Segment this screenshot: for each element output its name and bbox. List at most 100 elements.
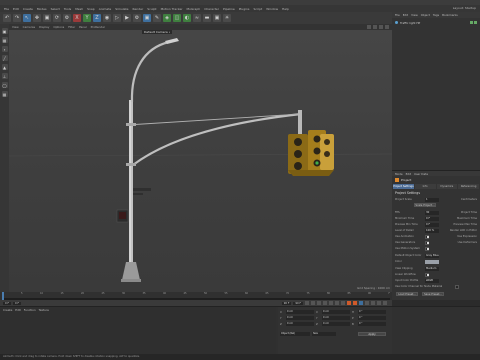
om-menu-view[interactable]: View bbox=[411, 13, 418, 17]
polygons-mode-icon[interactable]: ▲ bbox=[1, 64, 8, 70]
coord-position-field[interactable]: 0 cm bbox=[286, 310, 314, 314]
menu-help[interactable]: Help bbox=[282, 7, 289, 11]
vp-menu-view[interactable]: View bbox=[12, 25, 19, 29]
3d-viewport[interactable]: Default Camera • Grid Spacing : 1000 cm bbox=[9, 30, 392, 292]
use-motion-system-checkbox[interactable] bbox=[425, 246, 429, 251]
object-row[interactable]: Traffic light HP bbox=[392, 20, 480, 25]
load-preset-button[interactable]: Load Preset... bbox=[396, 292, 418, 296]
scale-project-button[interactable]: Scale Project... bbox=[414, 203, 436, 207]
attr-value[interactable]: 30 bbox=[425, 210, 439, 215]
attr-value[interactable]: 0 F bbox=[425, 216, 439, 221]
go-to-end-icon[interactable] bbox=[341, 301, 345, 305]
visibility-toggle-icon[interactable] bbox=[470, 21, 473, 24]
om-menu-tags[interactable]: Tags bbox=[433, 13, 439, 17]
max-frame-field[interactable]: 90 F bbox=[293, 301, 303, 305]
points-mode-icon[interactable]: ∙ bbox=[1, 46, 8, 52]
floor-icon[interactable]: ▬ bbox=[203, 14, 211, 22]
menu-select[interactable]: Select bbox=[51, 7, 60, 11]
om-menu-file[interactable]: File bbox=[395, 13, 400, 17]
vp-rotate-icon[interactable] bbox=[379, 25, 383, 29]
menu-edit[interactable]: Edit bbox=[13, 7, 19, 11]
om-menu-edit[interactable]: Edit bbox=[403, 13, 408, 17]
previous-frame-icon[interactable] bbox=[317, 301, 321, 305]
menu-mesh[interactable]: Mesh bbox=[75, 7, 83, 11]
menu-snap[interactable]: Snap bbox=[87, 7, 95, 11]
vp-move-icon[interactable] bbox=[367, 25, 371, 29]
mat-menu-function[interactable]: Function bbox=[24, 308, 36, 312]
menu-render[interactable]: Render bbox=[133, 7, 144, 11]
attr-unit-select[interactable]: Centimeters bbox=[461, 198, 477, 201]
end-frame-field[interactable]: 90 F bbox=[281, 301, 292, 305]
timeline-playhead[interactable] bbox=[2, 292, 4, 300]
boole-icon[interactable]: ◐ bbox=[183, 14, 191, 22]
apply-button[interactable]: Apply bbox=[358, 332, 386, 336]
use-animation-checkbox[interactable] bbox=[425, 234, 429, 239]
menu-plugins[interactable]: Plugins bbox=[239, 7, 250, 11]
attr-menu-mode[interactable]: Mode bbox=[395, 172, 403, 176]
render-settings-icon[interactable]: ⚙ bbox=[133, 14, 141, 22]
keyframe-selection-icon[interactable] bbox=[359, 301, 363, 305]
mat-menu-texture[interactable]: Texture bbox=[39, 308, 49, 312]
attr-value[interactable]: 100 % bbox=[425, 228, 439, 233]
menu-animate[interactable]: Animate bbox=[99, 7, 112, 11]
save-preset-button[interactable]: Save Preset... bbox=[422, 292, 444, 296]
start-frame-field[interactable]: 0 F bbox=[3, 301, 11, 305]
menu-file[interactable]: File bbox=[4, 7, 9, 11]
coord-rotation-field[interactable]: 0 ° bbox=[358, 316, 386, 320]
input-color-profile-select[interactable]: sRGB bbox=[425, 278, 439, 283]
node-material-checkbox[interactable] bbox=[455, 284, 459, 289]
enable-check-icon[interactable] bbox=[474, 21, 477, 24]
tab-referencing[interactable]: Referencing bbox=[458, 184, 479, 189]
next-frame-icon[interactable] bbox=[329, 301, 333, 305]
pen-icon[interactable]: ✎ bbox=[153, 14, 161, 22]
cube-icon[interactable]: ▣ bbox=[143, 14, 151, 22]
menu-create[interactable]: Create bbox=[23, 7, 33, 11]
x-axis-icon[interactable]: X bbox=[73, 14, 81, 22]
vp-menu-options[interactable]: Options bbox=[53, 25, 64, 29]
timeline[interactable]: 0 5 10 15 20 25 30 35 40 45 50 55 60 65 … bbox=[0, 292, 392, 300]
light-icon[interactable]: ☀ bbox=[223, 14, 231, 22]
menu-simulate[interactable]: Simulate bbox=[115, 7, 128, 11]
coord-size-field[interactable]: 0 cm bbox=[322, 310, 350, 314]
menu-motion-tracker[interactable]: Motion Tracker bbox=[161, 7, 183, 11]
texture-mode-icon[interactable]: ▦ bbox=[1, 37, 8, 43]
autokey-icon[interactable] bbox=[353, 301, 357, 305]
attr-menu-userdata[interactable]: User Data bbox=[414, 172, 428, 176]
menu-mograph[interactable]: MoGraph bbox=[187, 7, 201, 11]
array-icon[interactable]: ◫ bbox=[173, 14, 181, 22]
view-clipping-select[interactable]: Medium bbox=[425, 266, 439, 271]
z-axis-icon[interactable]: Z bbox=[93, 14, 101, 22]
camera-label[interactable]: Default Camera • bbox=[142, 30, 173, 34]
vp-menu-panel[interactable]: Panel bbox=[79, 25, 87, 29]
undo-icon[interactable]: ↶ bbox=[3, 14, 11, 22]
attr-menu-edit[interactable]: Edit bbox=[406, 172, 411, 176]
default-color-select[interactable]: Gray Blue bbox=[425, 253, 439, 258]
vp-menu-prorender[interactable]: ProRender bbox=[91, 25, 105, 29]
color-swatch[interactable] bbox=[425, 259, 439, 264]
recent-tools-icon[interactable]: ⚙ bbox=[63, 14, 71, 22]
object-name[interactable]: Traffic light HP bbox=[400, 21, 420, 25]
previous-key-icon[interactable] bbox=[311, 301, 315, 305]
current-frame-field[interactable]: 0 F bbox=[12, 301, 21, 305]
menu-window[interactable]: Window bbox=[266, 7, 278, 11]
go-to-start-icon[interactable] bbox=[305, 301, 309, 305]
menu-tools[interactable]: Tools bbox=[64, 7, 71, 11]
record-icon[interactable] bbox=[347, 301, 351, 305]
coord-size-field[interactable]: 0 cm bbox=[322, 316, 350, 320]
vp-menu-filter[interactable]: Filter bbox=[68, 25, 75, 29]
vp-menu-display[interactable]: Display bbox=[39, 25, 49, 29]
menu-modes[interactable]: Modes bbox=[37, 7, 47, 11]
mat-menu-edit[interactable]: Edit bbox=[15, 308, 20, 312]
timeline-settings-icon[interactable] bbox=[383, 301, 387, 305]
coord-rotation-field[interactable]: 0 ° bbox=[358, 310, 386, 314]
scale-icon[interactable]: ▣ bbox=[43, 14, 51, 22]
coord-position-field[interactable]: 0 cm bbox=[286, 316, 314, 320]
next-key-icon[interactable] bbox=[335, 301, 339, 305]
coord-size-mode-select[interactable]: Size bbox=[312, 332, 336, 336]
coord-position-field[interactable]: 0 cm bbox=[286, 322, 314, 326]
subdivision-icon[interactable]: ◈ bbox=[163, 14, 171, 22]
render-view-icon[interactable]: ▷ bbox=[113, 14, 121, 22]
world-coords-icon[interactable]: ◉ bbox=[103, 14, 111, 22]
live-select-icon[interactable]: ↖ bbox=[23, 14, 31, 22]
redo-icon[interactable]: ↷ bbox=[13, 14, 21, 22]
